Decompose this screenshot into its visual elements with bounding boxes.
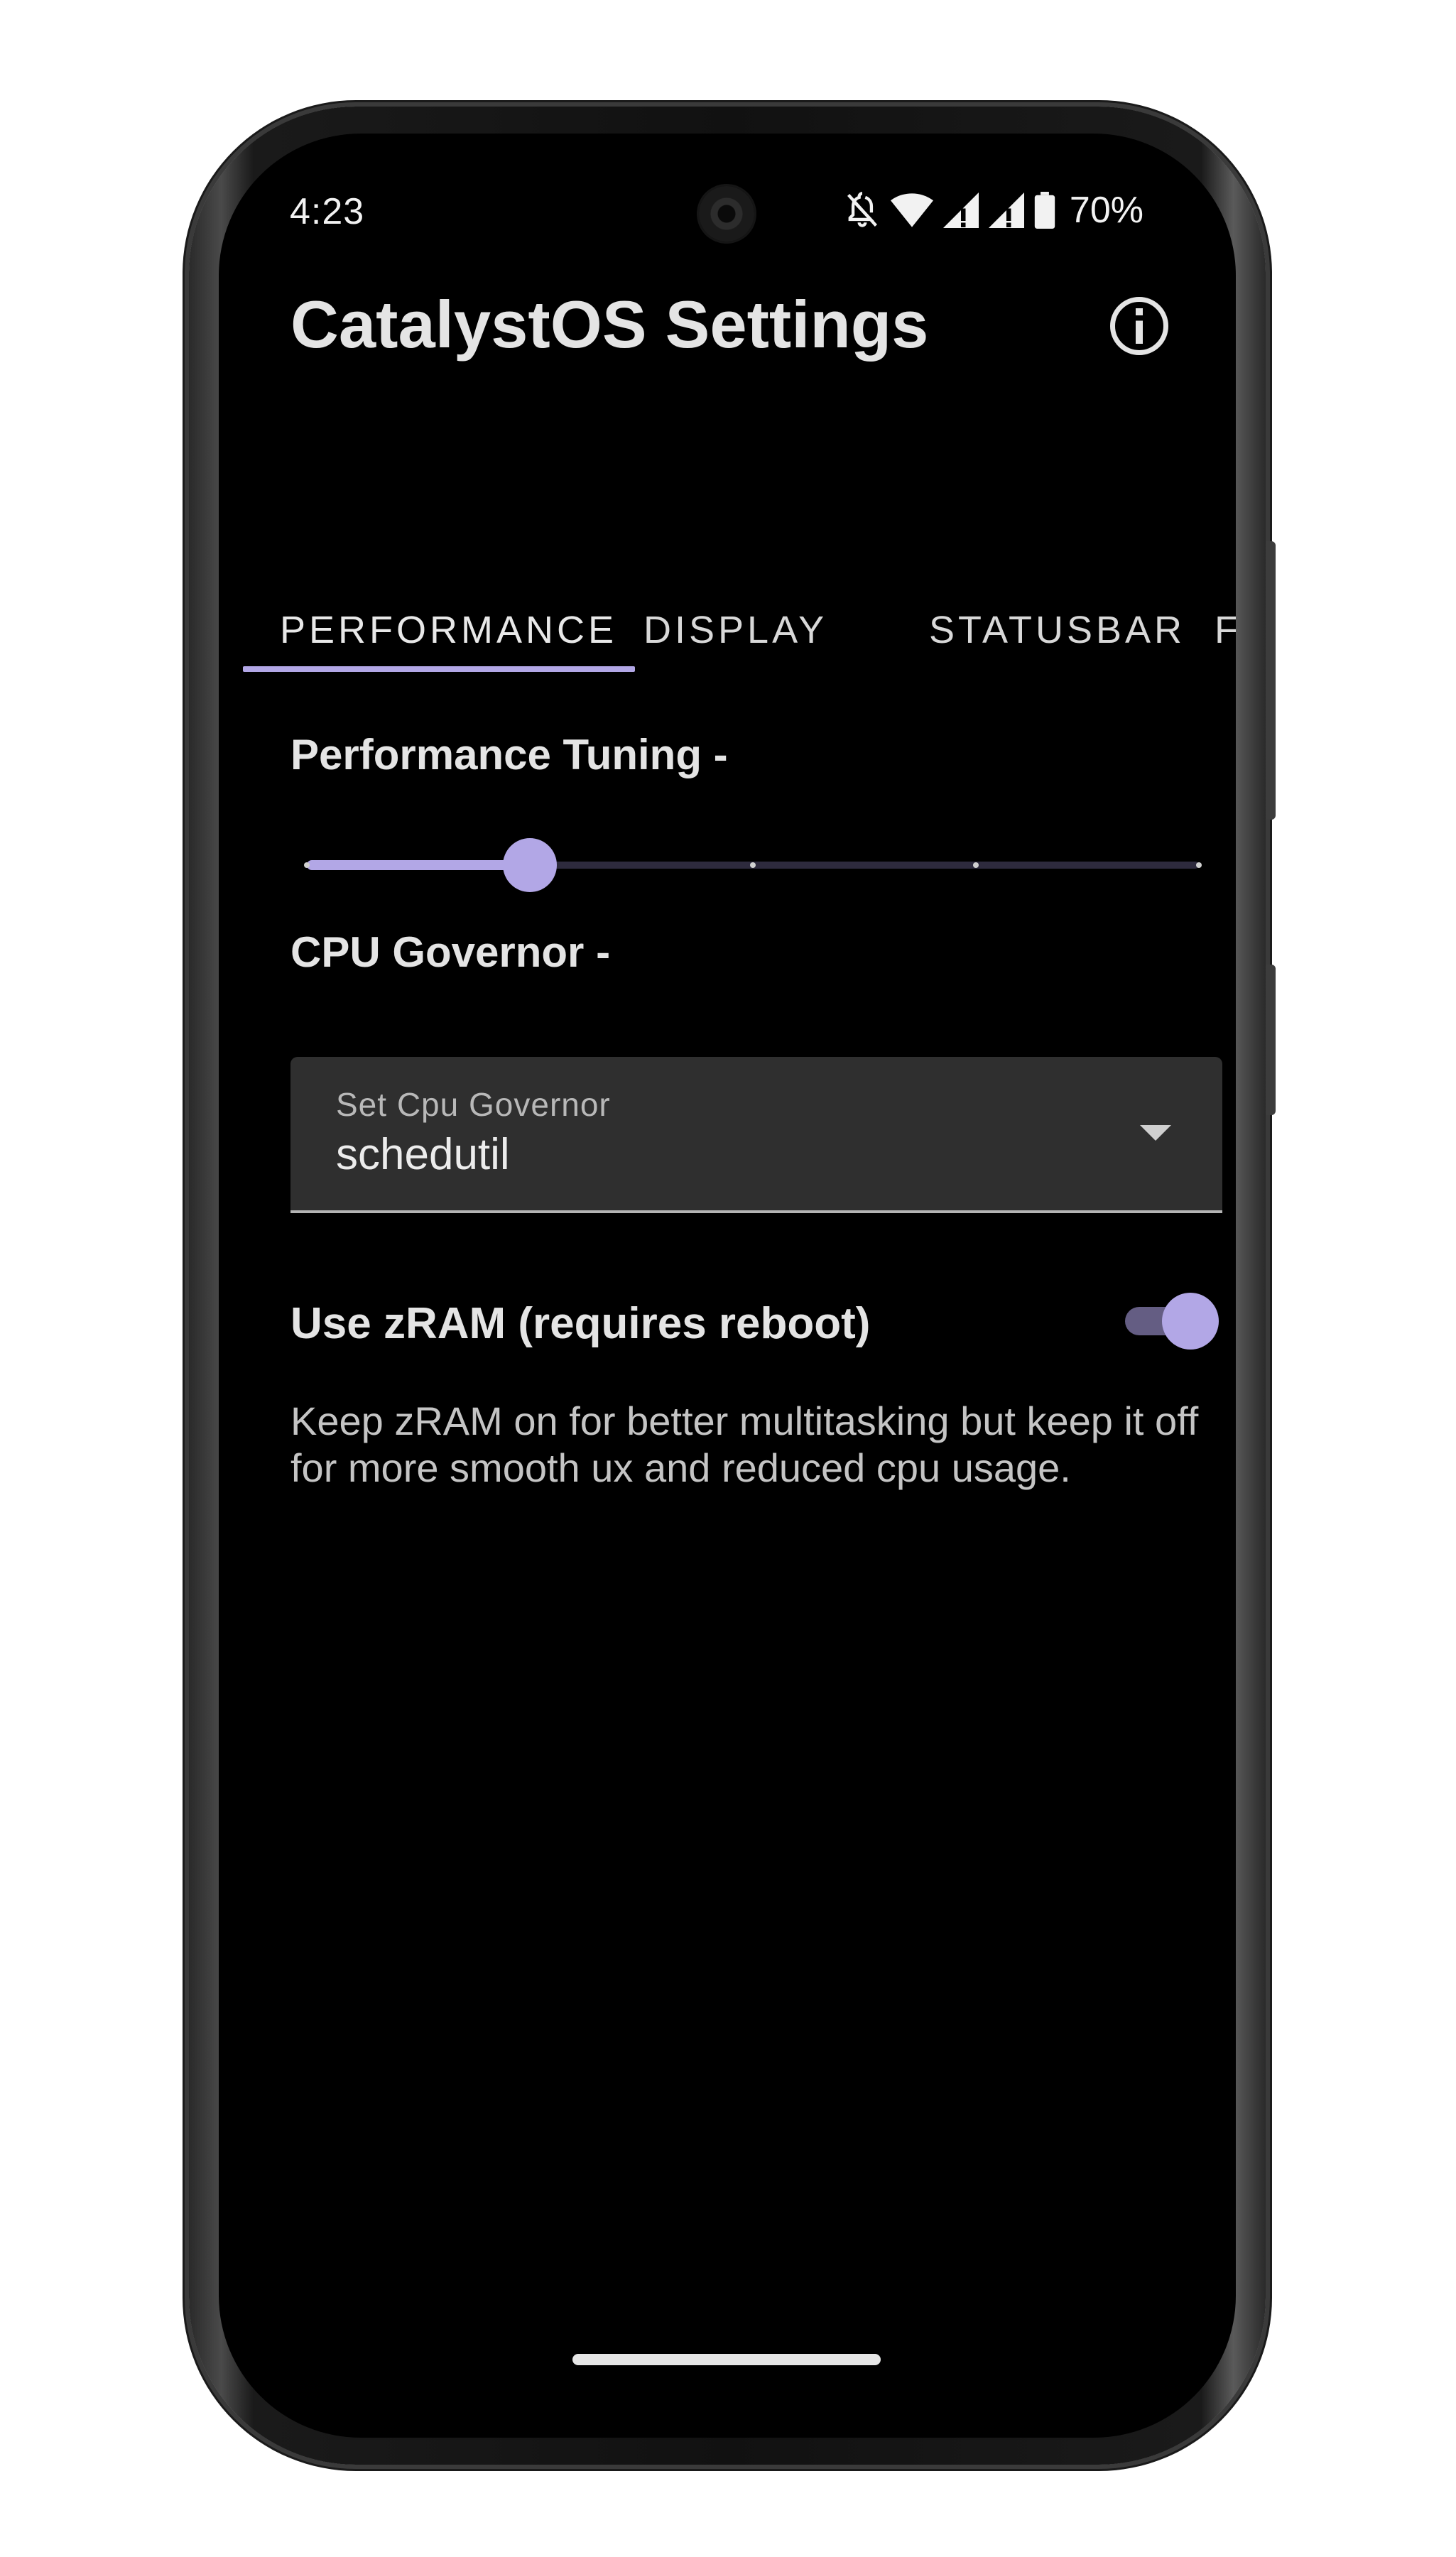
tab-indicator <box>243 666 635 672</box>
bell-off-icon <box>844 190 881 230</box>
front-camera <box>699 186 754 241</box>
power-button <box>1266 541 1276 820</box>
dropdown-arrow-icon <box>1140 1125 1171 1141</box>
performance-slider[interactable] <box>304 830 1202 901</box>
tab-statusbar[interactable]: STATUSBAR <box>929 608 1185 652</box>
zram-toggle[interactable] <box>1122 1291 1219 1350</box>
status-icons: 70% <box>844 189 1143 232</box>
screen: 4:23 70% CatalystOS Settings PERFORMANCE… <box>219 134 1236 2438</box>
slider-tick <box>973 862 979 868</box>
tab-display[interactable]: DISPLAY <box>643 608 827 652</box>
toggle-thumb <box>1162 1293 1219 1350</box>
performance-tuning-label: Performance Tuning - <box>290 731 728 778</box>
dropdown-label: Set Cpu Governor <box>336 1086 611 1123</box>
status-bar: 4:23 70% <box>219 134 1236 247</box>
slider-tick <box>304 862 310 868</box>
status-time: 4:23 <box>290 191 365 232</box>
wifi-icon <box>890 193 933 227</box>
cell-signal-1-icon <box>942 192 979 228</box>
zram-label: Use zRAM (requires reboot) <box>290 1299 871 1348</box>
tab-performance[interactable]: PERFORMANCE <box>280 608 617 652</box>
battery-percent: 70% <box>1069 190 1143 231</box>
slider-tick <box>1196 862 1202 868</box>
slider-thumb[interactable] <box>503 838 557 892</box>
zram-description: Keep zRAM on for better multitasking but… <box>290 1399 1199 1490</box>
app-title: CatalystOS Settings <box>290 287 929 362</box>
cpu-governor-label: CPU Governor - <box>290 928 611 976</box>
slider-tick <box>750 862 756 868</box>
tab-partial[interactable]: F <box>1215 608 1236 652</box>
volume-button <box>1266 965 1276 1115</box>
info-button[interactable] <box>1110 297 1168 355</box>
cell-signal-2-icon <box>988 192 1024 228</box>
info-icon <box>1132 308 1146 344</box>
dropdown-value: schedutil <box>336 1130 510 1179</box>
home-indicator[interactable] <box>572 2354 881 2365</box>
tab-bar: PERFORMANCE DISPLAY STATUSBAR F <box>219 588 1236 673</box>
battery-icon <box>1034 192 1055 229</box>
phone-frame: 4:23 70% CatalystOS Settings PERFORMANCE… <box>189 107 1276 2465</box>
slider-active-track <box>307 860 530 870</box>
cpu-governor-dropdown[interactable]: Set Cpu Governor schedutil <box>290 1057 1222 1213</box>
